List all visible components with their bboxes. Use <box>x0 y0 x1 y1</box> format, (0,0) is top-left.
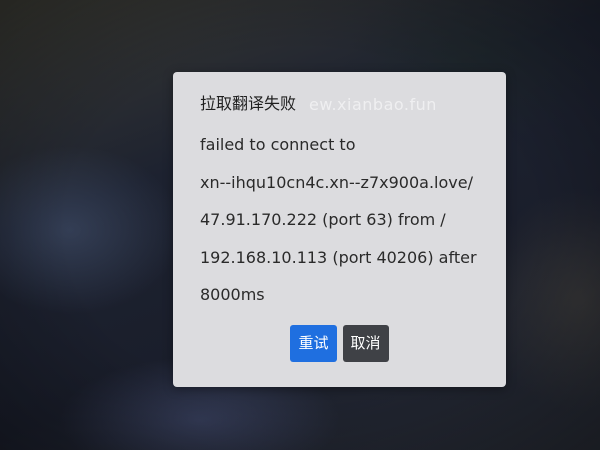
dialog-title-row: 拉取翻译失败 ew.xianbao.fun <box>200 92 506 116</box>
watermark-text: ew.xianbao.fun <box>309 95 437 114</box>
message-line: 8000ms <box>200 285 265 304</box>
cancel-button[interactable]: 取消 <box>342 325 389 362</box>
screen-background: 拉取翻译失败 ew.xianbao.fun failed to connect … <box>0 0 600 450</box>
retry-button[interactable]: 重试 <box>290 325 337 362</box>
error-dialog: 拉取翻译失败 ew.xianbao.fun failed to connect … <box>173 72 506 387</box>
dialog-button-row: 重试 取消 <box>173 325 506 362</box>
message-line: xn--ihqu10cn4c.xn--z7x900a.love/ <box>200 172 473 192</box>
dialog-title: 拉取翻译失败 <box>200 94 297 113</box>
message-line: failed to connect to <box>200 135 356 154</box>
message-line: 192.168.10.113 (port 40206) after <box>200 247 477 267</box>
error-message: failed to connect to xn--ihqu10cn4c.xn--… <box>200 126 506 314</box>
message-line: 47.91.170.222 (port 63) from / <box>200 210 446 229</box>
